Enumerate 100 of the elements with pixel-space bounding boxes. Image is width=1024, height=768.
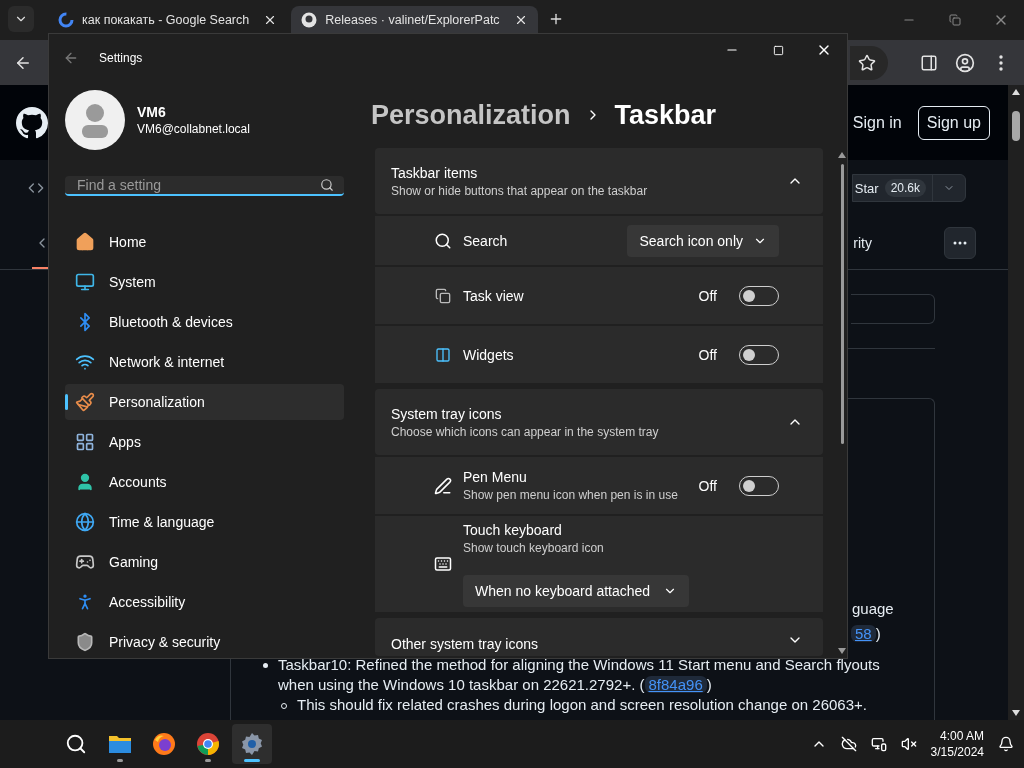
network-icon[interactable]: [870, 736, 887, 752]
nav-item[interactable]: Time & language: [65, 504, 344, 540]
home-icon: [75, 232, 95, 252]
monitor-icon: [75, 272, 95, 292]
star-icon: [858, 53, 876, 72]
breadcrumb-link[interactable]: Personalization: [371, 99, 571, 131]
release-note: Taskbar10: Refined the method for aligning the Windows 11 Start menu and Search flyouts when using the Windows 10 taskbar on 22621.2792+. ( 8f84a96 ): [278, 655, 881, 695]
nav-item[interactable]: Network & internet: [65, 344, 344, 380]
search-icon: [320, 178, 334, 192]
user-name: VM6: [137, 104, 167, 120]
scroll-up-icon[interactable]: [1012, 89, 1020, 95]
search-field[interactable]: Find a setting: [65, 176, 344, 196]
setting-description: Show pen menu icon when pen is in use: [463, 488, 678, 502]
folder-icon: [108, 733, 132, 755]
star-count: 20.6k: [884, 179, 926, 197]
code-icon: [28, 180, 44, 196]
section-title: System tray icons: [391, 405, 503, 422]
person-icon: [75, 472, 95, 492]
nav-item[interactable]: System: [65, 264, 344, 300]
browser-tab[interactable]: как покакать - Google Search: [48, 6, 288, 33]
scrollbar[interactable]: [1008, 85, 1024, 720]
commit-link[interactable]: 58: [851, 625, 876, 642]
sign-in-link[interactable]: Sign in: [852, 113, 902, 132]
setting-label: Touch keyboard: [463, 521, 563, 538]
section-header[interactable]: Other system tray icons: [375, 618, 823, 656]
nav-item[interactable]: Bluetooth & devices: [65, 304, 344, 340]
github-logo[interactable]: [16, 106, 48, 139]
browser-tab[interactable]: Releases · valinet/ExplorerPatc: [291, 6, 538, 33]
menu-icon: [999, 54, 1003, 71]
section-header[interactable]: System tray icons Choose which icons can appear in the system tray: [375, 389, 823, 455]
setting-label: Widgets: [463, 346, 514, 363]
bell-icon[interactable]: [998, 736, 1014, 752]
github-icon: [301, 11, 318, 28]
taskbar-app[interactable]: [232, 724, 272, 764]
search-icon: [433, 231, 453, 250]
cloud-off-icon[interactable]: [840, 736, 857, 752]
search-input[interactable]: Find a setting: [75, 176, 320, 194]
section-title: Taskbar items: [391, 164, 479, 181]
ellipsis-icon: [953, 240, 967, 245]
setting-label: Pen Menu: [463, 469, 528, 485]
scroll-down-icon[interactable]: [1012, 710, 1020, 716]
windows-icon: [433, 287, 453, 304]
address-bar[interactable]: [850, 45, 888, 80]
nav-item[interactable]: Accessibility: [65, 584, 344, 620]
bullet-icon: [263, 663, 268, 668]
keyboard-icon: [433, 555, 453, 573]
paintbrush-icon: [75, 392, 95, 412]
toggle-state: Off: [698, 287, 717, 304]
nav-item[interactable]: Apps: [65, 424, 344, 460]
sign-up-button[interactable]: Sign up: [917, 105, 990, 140]
setting-label: Task view: [463, 287, 524, 304]
release-text: 58 ): [851, 621, 914, 646]
grid-icon: [75, 432, 95, 452]
release-note: This should fix related crashes during logon and screen resolution change on 26063+.: [297, 695, 867, 715]
scroll-thumb[interactable]: [1012, 111, 1020, 141]
section-header[interactable]: Taskbar items Show or hide buttons that appear on the taskbar: [375, 148, 823, 214]
nav-item[interactable]: Personalization: [65, 384, 344, 420]
wifi-icon: [75, 352, 95, 372]
globe-icon: [75, 512, 95, 532]
dropdown[interactable]: When no keyboard attached: [463, 574, 689, 607]
maximize-icon: [772, 44, 784, 56]
nav-item[interactable]: Gaming: [65, 544, 344, 580]
setting-label: Search: [463, 232, 508, 249]
user-icon: [955, 52, 975, 73]
nav-item[interactable]: Home: [65, 224, 344, 260]
scroll-thumb[interactable]: [840, 164, 844, 444]
scroll-up-icon[interactable]: [838, 152, 846, 158]
volume-muted-icon[interactable]: [900, 736, 917, 752]
nav-item[interactable]: Privacy & security: [65, 624, 344, 658]
restore-icon: [949, 14, 961, 26]
tab-list-button[interactable]: [8, 6, 34, 32]
section-subtitle: Choose which icons can appear in the system tray: [391, 424, 659, 439]
filter-field[interactable]: [851, 294, 935, 324]
release-text: guage: [852, 599, 895, 619]
setting-description: Show touch keyboard icon: [463, 540, 605, 555]
section-subtitle: Show or hide buttons that appear on the taskbar: [391, 183, 648, 198]
avatar: [65, 90, 125, 150]
repo-nav-tab[interactable]: rity: [853, 234, 872, 251]
section-title: Other system tray icons: [391, 636, 539, 652]
gamepad-icon: [75, 552, 95, 572]
side-panel-icon: [920, 53, 938, 72]
pen-icon: [433, 476, 453, 495]
fox-icon: [152, 732, 176, 756]
g-logo-icon: [58, 11, 74, 28]
page-title: Taskbar: [614, 99, 717, 131]
search-icon: [65, 733, 87, 755]
toggle-state: Off: [698, 346, 717, 363]
dropdown[interactable]: Search icon only: [627, 224, 779, 257]
nav-item[interactable]: Accounts: [65, 464, 344, 500]
gear-icon: [240, 732, 264, 756]
star-label: Star: [854, 180, 879, 196]
more-button[interactable]: [944, 226, 976, 259]
toggle-state: Off: [698, 477, 717, 494]
user-email: VM6@collabnet.local: [137, 122, 250, 136]
shield-icon: [75, 632, 95, 652]
chrome-icon: [196, 732, 220, 756]
commit-link[interactable]: 8f84a96: [644, 676, 707, 693]
clock[interactable]: 4:00 AM 3/15/2024: [930, 728, 984, 760]
scroll-down-icon[interactable]: [838, 648, 846, 654]
window-title: Settings: [99, 51, 143, 65]
